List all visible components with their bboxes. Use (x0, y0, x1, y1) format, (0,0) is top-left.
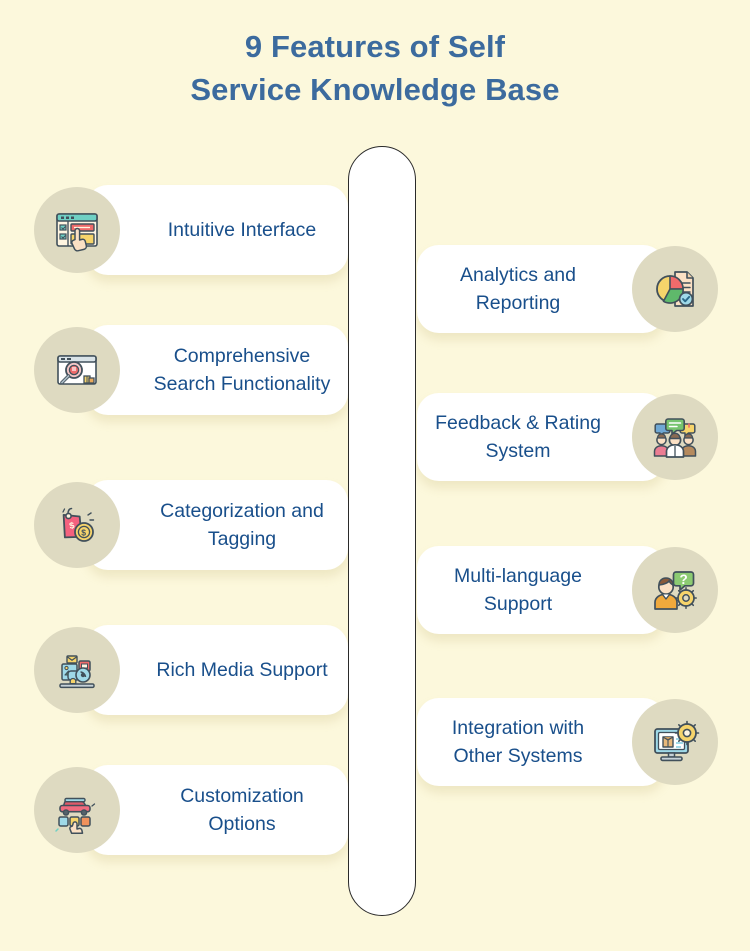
feature-label: Feedback & Rating System (435, 411, 601, 462)
feature-card-analytics-reporting[interactable]: Analytics and Reporting (417, 245, 665, 333)
center-capsule-divider (348, 146, 416, 916)
feature-label: Intuitive Interface (167, 218, 317, 241)
feature-card-feedback-rating[interactable]: Feedback & Rating System (417, 393, 665, 481)
feature-card-customization-options[interactable]: Customization Options (86, 765, 348, 855)
person-question-gear-icon: ? (632, 547, 718, 633)
feature-label: Customization Options (180, 784, 304, 835)
laptop-media-icon (34, 627, 120, 713)
title-line-1: 9 Features of Self (244, 29, 506, 64)
ui-window-cursor-icon (34, 187, 120, 273)
feature-card-comprehensive-search[interactable]: Comprehensive Search Functionality (86, 325, 348, 415)
infographic-canvas: 9 Features of Self Service Knowledge Bas… (0, 0, 750, 951)
feature-card-categorization-tagging[interactable]: Categorization and Tagging (86, 480, 348, 570)
feature-label: Multi-language Support (454, 564, 582, 615)
pie-chart-report-icon (632, 246, 718, 332)
svg-text:$: $ (81, 528, 86, 538)
feature-label: Rich Media Support (156, 658, 328, 681)
svg-text:?: ? (680, 572, 688, 587)
people-speech-bubbles-icon (632, 394, 718, 480)
title-line-2: Service Knowledge Base (190, 71, 560, 107)
car-color-swatch-icon (34, 767, 120, 853)
feature-card-integration-other-systems[interactable]: Integration with Other Systems (417, 698, 665, 786)
monitor-gear-box-icon (632, 699, 718, 785)
search-window-icon (34, 327, 120, 413)
price-tag-coin-icon: $ $ (34, 482, 120, 568)
feature-label: Analytics and Reporting (460, 263, 576, 314)
feature-label: Integration with Other Systems (451, 716, 585, 767)
feature-label: Comprehensive Search Functionality (153, 344, 331, 395)
feature-card-multi-language-support[interactable]: Multi-language Support (417, 546, 665, 634)
feature-card-intuitive-interface[interactable]: Intuitive Interface (86, 185, 348, 275)
page-title: 9 Features of Self Service Knowledge Bas… (0, 26, 750, 112)
feature-label: Categorization and Tagging (160, 499, 324, 550)
feature-card-rich-media-support[interactable]: Rich Media Support (86, 625, 348, 715)
